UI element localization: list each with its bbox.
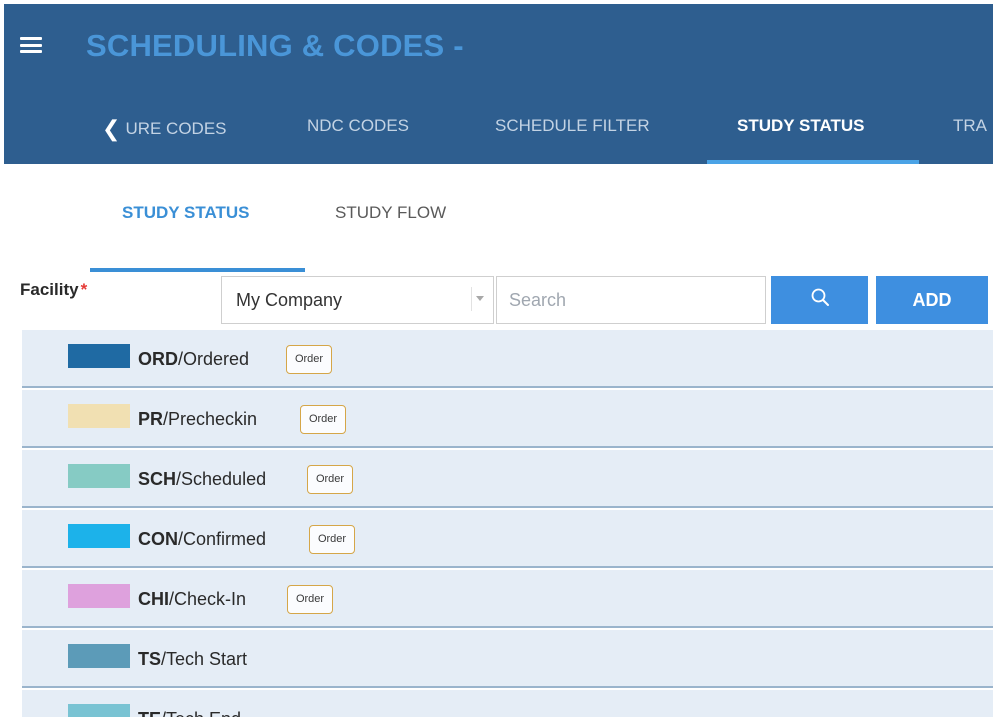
required-marker: *	[80, 280, 88, 299]
facility-select[interactable]: My Company	[221, 276, 494, 324]
color-swatch	[68, 344, 130, 368]
order-badge[interactable]: Order	[286, 345, 332, 374]
app-header: SCHEDULING & CODES - ❮ URE CODES NDC CODE…	[4, 4, 993, 164]
status-row-check-in[interactable]: CHI/Check-In Order	[22, 570, 993, 628]
status-code: CHI	[138, 589, 169, 609]
status-code: CON	[138, 529, 178, 549]
subtab-study-status[interactable]: STUDY STATUS	[122, 203, 250, 223]
status-code: ORD	[138, 349, 178, 369]
color-swatch	[68, 584, 130, 608]
order-badge[interactable]: Order	[300, 405, 346, 434]
order-badge[interactable]: Order	[309, 525, 355, 554]
hamburger-menu-icon[interactable]	[20, 37, 42, 53]
color-swatch	[68, 704, 130, 717]
color-swatch	[68, 524, 130, 548]
search-icon	[811, 288, 829, 306]
tab-tra[interactable]: TRA	[953, 116, 987, 136]
status-row-tech-start[interactable]: TS/Tech Start	[22, 630, 993, 688]
facility-label-text: Facility	[20, 280, 79, 299]
status-label: SCH/Scheduled	[138, 469, 266, 490]
color-swatch	[68, 464, 130, 488]
add-button[interactable]: ADD	[876, 276, 988, 324]
search-input[interactable]	[496, 276, 766, 324]
status-name: /Precheckin	[163, 409, 258, 429]
color-swatch	[68, 404, 130, 428]
tab-label: URE CODES	[125, 119, 227, 138]
status-row-scheduled[interactable]: SCH/Scheduled Order	[22, 450, 993, 508]
order-badge[interactable]: Order	[287, 585, 333, 614]
status-label: CHI/Check-In	[138, 589, 246, 610]
facility-select-value: My Company	[236, 290, 343, 310]
tab-schedule-filter[interactable]: SCHEDULE FILTER	[495, 116, 650, 136]
status-name: /Scheduled	[176, 469, 267, 489]
status-name: /Tech Start	[161, 649, 248, 669]
active-subtab-indicator	[90, 268, 305, 272]
active-tab-indicator	[707, 160, 919, 164]
status-row-precheckin[interactable]: PR/Precheckin Order	[22, 390, 993, 448]
status-code: TE	[138, 709, 161, 717]
status-name: /Confirmed	[178, 529, 267, 549]
tab-study-status[interactable]: STUDY STATUS	[737, 116, 865, 136]
status-code: SCH	[138, 469, 177, 489]
status-row-ordered[interactable]: ORD/Ordered Order	[22, 330, 993, 388]
status-label: CON/Confirmed	[138, 529, 266, 550]
status-name: /Tech End	[161, 709, 241, 717]
search-button[interactable]	[771, 276, 868, 324]
status-row-tech-end[interactable]: TE/Tech End	[22, 690, 993, 717]
status-code: PR	[138, 409, 164, 429]
tab-procedure-codes[interactable]: ❮ URE CODES	[102, 116, 227, 142]
color-swatch	[68, 644, 130, 668]
status-label: PR/Precheckin	[138, 409, 257, 430]
chevron-down-icon[interactable]	[471, 287, 485, 311]
status-name: /Ordered	[178, 349, 250, 369]
status-label: TE/Tech End	[138, 709, 241, 717]
status-label: ORD/Ordered	[138, 349, 249, 370]
study-status-list: ORD/Ordered Order PR/Precheckin Order SC…	[22, 330, 993, 717]
subtab-study-flow[interactable]: STUDY FLOW	[335, 203, 446, 223]
tab-ndc-codes[interactable]: NDC CODES	[307, 116, 409, 136]
app-title: SCHEDULING & CODES -	[86, 28, 464, 63]
facility-label: Facility *	[20, 280, 87, 300]
status-label: TS/Tech Start	[138, 649, 247, 670]
status-row-confirmed[interactable]: CON/Confirmed Order	[22, 510, 993, 568]
chevron-left-icon[interactable]: ❮	[102, 116, 120, 142]
status-name: /Check-In	[169, 589, 247, 609]
order-badge[interactable]: Order	[307, 465, 353, 494]
status-code: TS	[138, 649, 162, 669]
